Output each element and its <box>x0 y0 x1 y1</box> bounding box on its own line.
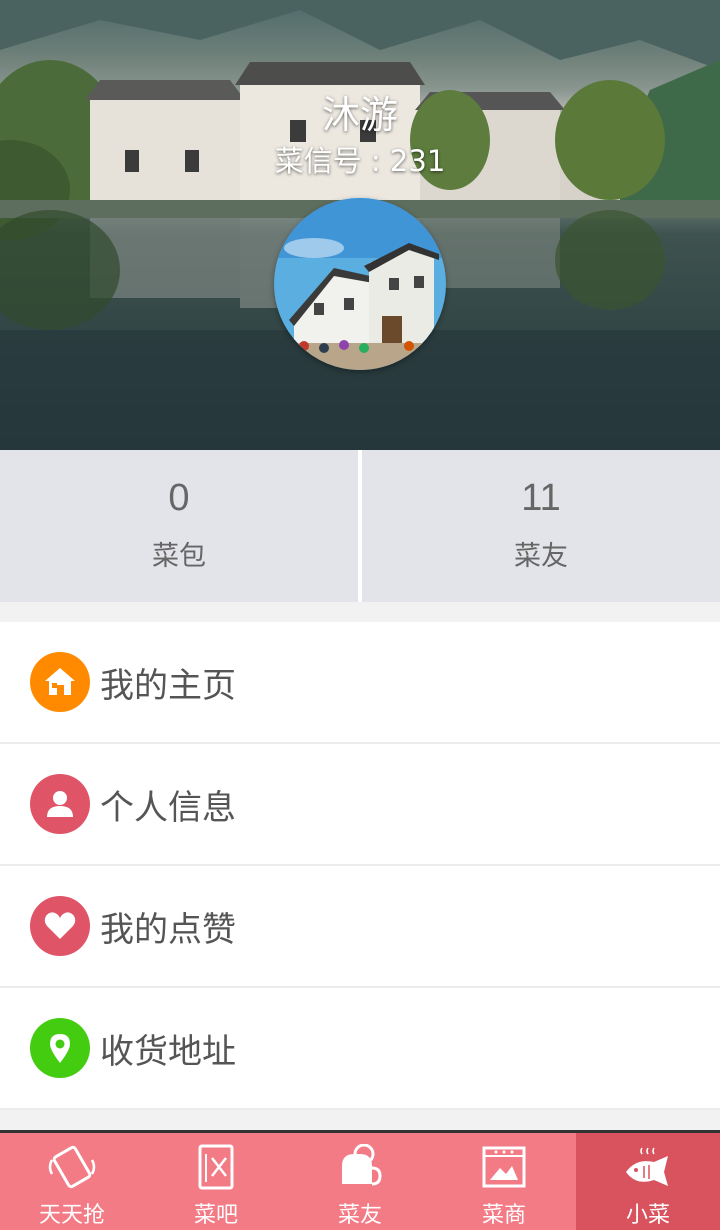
nav-tab-xiaocai[interactable]: 小菜 <box>576 1133 720 1230</box>
chat-bubbles-icon <box>332 1143 388 1191</box>
phone-vibrate-icon <box>44 1143 100 1191</box>
nav-tab-caiba[interactable]: 菜吧 <box>144 1133 288 1230</box>
menu-item-label: 我的主页 <box>100 665 236 706</box>
menu-book-icon <box>188 1143 244 1191</box>
person-icon <box>30 774 90 834</box>
menu-item-personal-info[interactable]: 个人信息 <box>0 744 720 866</box>
nav-label: 菜商 <box>481 1203 526 1228</box>
bottom-navigation: 天天抢 菜吧 菜友 菜商 小菜 <box>0 1130 720 1230</box>
menu-item-shipping-address[interactable]: 收货地址 <box>0 988 720 1110</box>
menu-item-label: 个人信息 <box>100 787 236 828</box>
menu-item-label: 收货地址 <box>100 1031 236 1072</box>
heart-icon <box>30 896 90 956</box>
stat-value: 0 <box>168 477 190 519</box>
fish-icon <box>620 1143 676 1191</box>
nav-label: 天天抢 <box>38 1203 105 1228</box>
profile-menu: 我的主页 个人信息 我的点赞 收货地址 <box>0 622 720 1110</box>
stat-label: 菜包 <box>152 541 206 572</box>
stat-value: 11 <box>521 477 561 519</box>
nav-tab-caiyou[interactable]: 菜友 <box>288 1133 432 1230</box>
profile-header: 沐游 菜信号 : 231 <box>0 0 720 450</box>
stat-caiyou[interactable]: 11 菜友 <box>362 450 720 602</box>
nav-tab-caishang[interactable]: 菜商 <box>432 1133 576 1230</box>
user-name: 沐游 <box>321 93 398 137</box>
nav-tab-tiantianqiang[interactable]: 天天抢 <box>0 1133 144 1230</box>
home-icon <box>30 652 90 712</box>
nav-label: 小菜 <box>625 1203 670 1228</box>
menu-item-my-likes[interactable]: 我的点赞 <box>0 866 720 988</box>
nav-label: 菜友 <box>337 1203 382 1228</box>
user-id: 菜信号 : 231 <box>274 144 446 178</box>
location-pin-icon <box>30 1018 90 1078</box>
nav-label: 菜吧 <box>193 1203 238 1228</box>
menu-item-my-homepage[interactable]: 我的主页 <box>0 622 720 744</box>
shop-icon <box>476 1143 532 1191</box>
stat-label: 菜友 <box>514 541 568 572</box>
menu-item-label: 我的点赞 <box>100 909 236 950</box>
avatar[interactable] <box>274 198 446 370</box>
stat-caibao[interactable]: 0 菜包 <box>0 450 358 602</box>
stats-bar: 0 菜包 11 菜友 <box>0 450 720 602</box>
